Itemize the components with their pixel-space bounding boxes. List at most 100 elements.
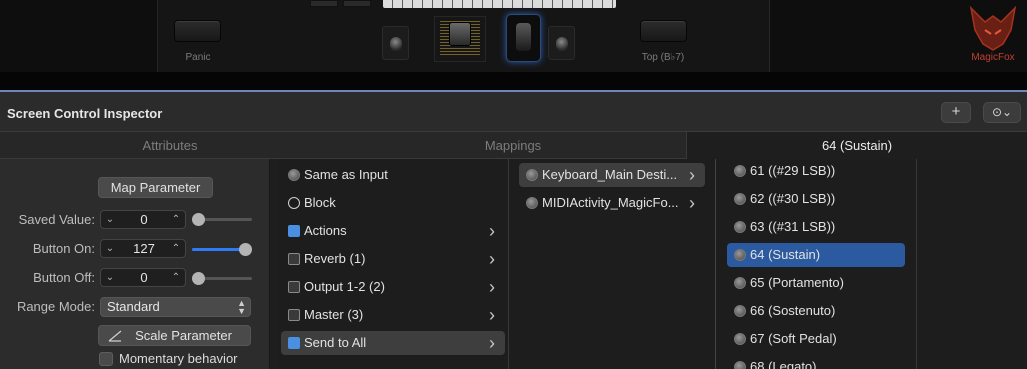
- chevron-up-icon[interactable]: ⌃: [168, 211, 184, 228]
- midi-port-icon: [734, 221, 746, 233]
- options-icon: ⊙⌄: [991, 105, 1013, 119]
- slider-thumb[interactable]: [192, 213, 205, 226]
- button-on-stepper[interactable]: ⌄ 127 ⌃: [100, 239, 186, 258]
- panic-button[interactable]: [174, 20, 221, 42]
- inspector-title: Screen Control Inspector: [7, 106, 163, 121]
- button-off-label: Button Off:: [33, 270, 95, 285]
- controller-item[interactable]: 62 ((#30 LSB)): [727, 187, 905, 211]
- attributes-pane: Map Parameter Saved Value: ⌄ 0 ⌃ Button …: [0, 159, 270, 369]
- destination-item-label: Actions: [304, 223, 347, 238]
- controller-item[interactable]: 63 ((#31 LSB)): [727, 215, 905, 239]
- destination-item-label: Block: [304, 195, 336, 210]
- right-knob[interactable]: [548, 26, 575, 60]
- midi-port-item[interactable]: MIDIActivity_MagicFo... ›: [519, 191, 705, 215]
- top-label: Top (B♭7): [641, 52, 685, 63]
- destination-item-label: Reverb (1): [304, 251, 366, 266]
- saved-value-field[interactable]: 0: [119, 211, 169, 228]
- momentary-behavior-checkbox[interactable]: [99, 352, 113, 366]
- controller-item[interactable]: 67 (Soft Pedal): [727, 327, 905, 351]
- chevron-down-icon[interactable]: ⌄: [102, 269, 118, 286]
- controller-item[interactable]: 61 ((#29 LSB)): [727, 159, 905, 183]
- destination-item-label: Same as Input: [304, 167, 388, 182]
- instrument-bottom-strip: [0, 72, 1027, 90]
- midi-port-icon: [526, 169, 538, 181]
- range-mode-label: Range Mode:: [16, 299, 95, 314]
- top-button[interactable]: [640, 20, 687, 42]
- midi-port-icon: [734, 305, 746, 317]
- chevron-right-icon: ›: [489, 305, 495, 325]
- map-parameter-button[interactable]: Map Parameter: [98, 177, 213, 198]
- button-on-slider[interactable]: [192, 242, 252, 256]
- midi-port-icon: [734, 249, 746, 261]
- options-menu-button[interactable]: ⊙⌄: [983, 102, 1021, 123]
- destination-item-label: Master (3): [304, 307, 364, 322]
- button-off-stepper[interactable]: ⌄ 0 ⌃: [100, 268, 186, 287]
- inspector-header: Screen Control Inspector + ⊙⌄: [0, 92, 1027, 132]
- controller-item-label: 62 ((#30 LSB)): [750, 191, 836, 206]
- button-on-label: Button On:: [32, 241, 95, 256]
- chevron-down-icon[interactable]: ⌄: [102, 211, 118, 228]
- channel-strip-icon: [288, 253, 300, 265]
- keyboard-keys[interactable]: [383, 0, 616, 8]
- destination-item[interactable]: Master (3) ›: [281, 303, 505, 327]
- button-off-field[interactable]: 0: [119, 269, 169, 286]
- destination-item-label: Send to All: [304, 335, 367, 350]
- midi-port-icon: [734, 193, 746, 205]
- chevron-up-icon[interactable]: ⌃: [168, 269, 184, 286]
- chevron-right-icon: ›: [489, 277, 495, 297]
- destination-item[interactable]: Block: [281, 191, 505, 215]
- destination-item[interactable]: Same as Input: [281, 163, 505, 187]
- controller-item-label: 63 ((#31 LSB)): [750, 219, 836, 234]
- chevron-up-icon[interactable]: ⌃: [168, 240, 184, 257]
- modulation-wheel[interactable]: [506, 14, 541, 62]
- midi-port-item-label: Keyboard_Main Desti...: [542, 167, 678, 182]
- left-knob[interactable]: [382, 26, 409, 60]
- chevron-right-icon: ›: [689, 193, 695, 213]
- midi-port-icon: [288, 169, 300, 181]
- panic-label: Panic: [185, 52, 211, 63]
- empty-column: [917, 159, 1027, 369]
- midi-port-item[interactable]: Keyboard_Main Desti... ›: [519, 163, 705, 187]
- midi-port-icon: [526, 197, 538, 209]
- controller-item[interactable]: 65 (Portamento): [727, 271, 905, 295]
- octave-down-button[interactable]: [310, 0, 338, 7]
- column-controllers: 61 ((#29 LSB)) 62 ((#30 LSB)) 63 ((#31 LSB…: [716, 159, 917, 369]
- slider-thumb[interactable]: [192, 272, 205, 285]
- controller-item[interactable]: 64 (Sustain): [727, 243, 905, 267]
- scale-parameter-button[interactable]: Scale Parameter: [98, 325, 251, 346]
- instrument-panel: Panic Top (B♭7) MagicFox: [0, 0, 1027, 92]
- add-button[interactable]: +: [941, 102, 971, 123]
- button-on-field[interactable]: 127: [119, 240, 169, 257]
- destination-item[interactable]: Send to All ›: [281, 331, 505, 355]
- destination-item[interactable]: Actions ›: [281, 219, 505, 243]
- midi-port-icon: [734, 361, 746, 369]
- chevron-down-icon[interactable]: ⌄: [102, 240, 118, 257]
- tab-mappings[interactable]: Mappings: [340, 132, 686, 159]
- destination-item-label: Output 1-2 (2): [304, 279, 385, 294]
- chevron-right-icon: ›: [489, 333, 495, 353]
- controller-item-label: 61 ((#29 LSB)): [750, 163, 836, 178]
- controller-item-label: 65 (Portamento): [750, 275, 844, 290]
- scale-parameter-label: Scale Parameter: [135, 328, 232, 343]
- slider-thumb[interactable]: [239, 243, 252, 256]
- saved-value-stepper[interactable]: ⌄ 0 ⌃: [100, 210, 186, 229]
- folder-icon: [288, 337, 300, 349]
- saved-value-label: Saved Value:: [18, 212, 95, 227]
- controller-item-label: 64 (Sustain): [750, 247, 821, 262]
- tab-64-sustain[interactable]: 64 (Sustain): [686, 132, 1027, 159]
- button-off-slider[interactable]: [192, 271, 252, 285]
- column-midi-ports: Keyboard_Main Desti... › MIDIActivity_Magi…: [509, 159, 716, 369]
- logo-text: MagicFox: [971, 52, 1015, 63]
- range-mode-popup[interactable]: Standard ▲ ▼: [100, 297, 251, 317]
- octave-up-button[interactable]: [343, 0, 371, 7]
- controller-item[interactable]: 66 (Sostenuto): [727, 299, 905, 323]
- saved-value-slider[interactable]: [192, 212, 252, 226]
- popup-chevron-icon: ▲ ▼: [237, 298, 246, 316]
- controller-item[interactable]: 68 (Legato): [727, 355, 905, 369]
- prohibited-icon: [288, 197, 300, 209]
- volume-fader[interactable]: [434, 16, 486, 62]
- tab-attributes[interactable]: Attributes: [0, 132, 340, 159]
- destination-item[interactable]: Reverb (1) ›: [281, 247, 505, 271]
- destination-item[interactable]: Output 1-2 (2) ›: [281, 275, 505, 299]
- controller-item-label: 67 (Soft Pedal): [750, 331, 837, 346]
